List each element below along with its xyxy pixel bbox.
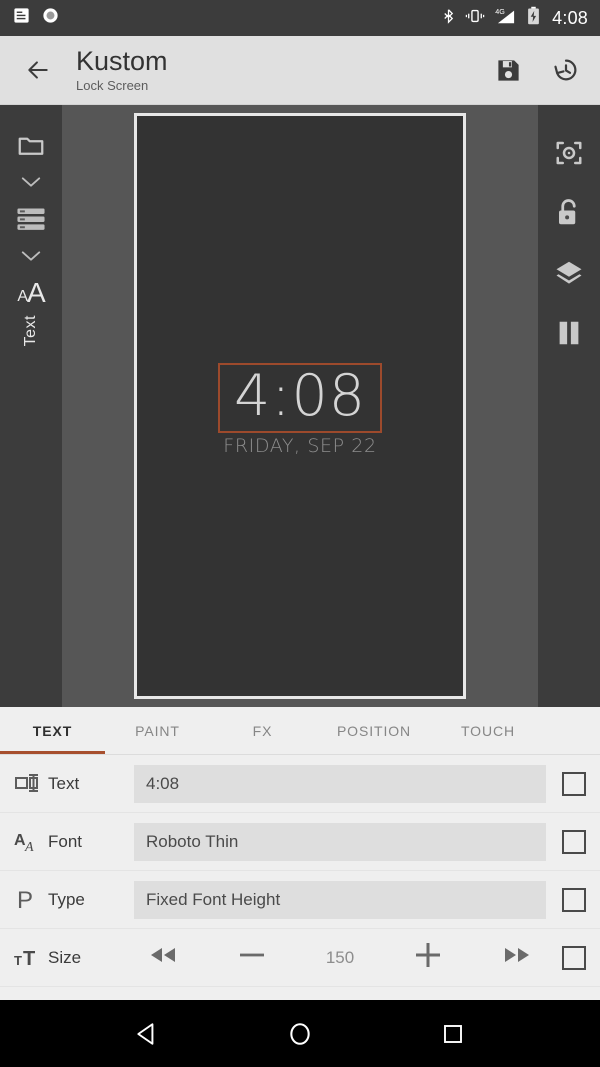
- size-value: 150: [325, 947, 355, 967]
- row-label-font: Font: [48, 831, 83, 851]
- text-value-field[interactable]: 4:08: [134, 764, 546, 803]
- font-aa-icon[interactable]: AA: [6, 269, 56, 309]
- page-title: Kustom: [76, 45, 168, 76]
- plus-icon[interactable]: [413, 940, 443, 975]
- layers-icon[interactable]: [544, 243, 594, 303]
- app-bar-actions: [492, 54, 582, 86]
- save-icon[interactable]: [492, 54, 524, 86]
- status-bar-notifications: [12, 6, 60, 30]
- bluetooth-icon: [441, 7, 456, 30]
- row-label-size: Size: [48, 947, 82, 967]
- text-row-checkbox[interactable]: [562, 771, 586, 796]
- chevron-down-icon[interactable]: [6, 243, 56, 269]
- tab-text[interactable]: TEXT: [0, 707, 105, 754]
- back-triangle-icon[interactable]: [123, 1010, 171, 1058]
- status-bar: 4G 4:08: [0, 0, 600, 36]
- paragraph-p-icon: P: [14, 887, 48, 913]
- status-bar-clock: 4:08: [552, 7, 588, 28]
- fastforward-icon[interactable]: [502, 945, 532, 970]
- status-bar-system-icons: 4G 4:08: [441, 6, 588, 30]
- font-aa-icon: AA: [14, 830, 48, 854]
- signal-4g-icon: 4G: [494, 7, 518, 30]
- type-value-field[interactable]: Fixed Font Height: [134, 880, 546, 919]
- size-row-checkbox[interactable]: [562, 945, 586, 970]
- selection-box[interactable]: 4:08: [218, 363, 382, 433]
- clock-widget[interactable]: 4:08 FRIDAY, SEP 22: [218, 363, 382, 457]
- home-circle-icon[interactable]: [276, 1010, 324, 1058]
- tab-position[interactable]: POSITION: [315, 707, 433, 754]
- clock-text: 4:08: [234, 363, 366, 429]
- row-label-type: Type: [48, 889, 85, 909]
- row-size[interactable]: TT Size 150: [0, 929, 600, 987]
- page-subtitle: Lock Screen: [76, 78, 149, 94]
- type-row-checkbox[interactable]: [562, 887, 586, 912]
- tab-touch[interactable]: TOUCH: [433, 707, 543, 754]
- tab-fx[interactable]: FX: [210, 707, 315, 754]
- row-font[interactable]: AA Font Roboto Thin: [0, 813, 600, 871]
- svg-text:4G: 4G: [495, 7, 505, 16]
- recents-square-icon[interactable]: [429, 1010, 477, 1058]
- minus-icon[interactable]: [237, 945, 267, 970]
- left-rail-label: Text: [22, 315, 39, 347]
- svg-text:A: A: [24, 840, 34, 854]
- battery-charging-icon: [527, 6, 540, 30]
- layers-list-icon[interactable]: [6, 195, 56, 243]
- right-tool-rail: [538, 105, 600, 707]
- tab-paint[interactable]: PAINT: [105, 707, 210, 754]
- notification-list-icon: [12, 6, 31, 30]
- left-tool-rail: AA Text: [0, 105, 62, 707]
- chevron-down-icon[interactable]: [6, 169, 56, 195]
- row-type[interactable]: P Type Fixed Font Height: [0, 871, 600, 929]
- pause-icon[interactable]: [544, 303, 594, 363]
- font-row-checkbox[interactable]: [562, 829, 586, 854]
- back-button[interactable]: [18, 50, 58, 90]
- history-icon[interactable]: [550, 54, 582, 86]
- vibrate-icon: [465, 7, 485, 30]
- app-root: 4G 4:08 Kustom Lock Screen AA Text 4:08 …: [0, 0, 600, 1067]
- unlock-icon[interactable]: [544, 183, 594, 243]
- android-nav-bar: [0, 1000, 600, 1067]
- svg-text:P: P: [17, 887, 33, 913]
- size-stepper: 150: [134, 939, 546, 977]
- record-circle-icon: [41, 6, 60, 30]
- date-text: FRIDAY, SEP 22: [223, 434, 377, 457]
- svg-text:T: T: [23, 948, 35, 970]
- focus-frame-icon[interactable]: [544, 123, 594, 183]
- row-text[interactable]: Text 4:08: [0, 755, 600, 813]
- row-label-text: Text: [48, 773, 80, 793]
- font-value-field[interactable]: Roboto Thin: [134, 822, 546, 861]
- svg-text:T: T: [14, 953, 22, 968]
- app-bar: Kustom Lock Screen: [0, 36, 600, 105]
- preview-canvas[interactable]: 4:08 FRIDAY, SEP 22: [134, 113, 466, 699]
- settings-rows: Text 4:08 AA Font Roboto Thin P Type Fix…: [0, 755, 600, 987]
- size-tt-icon: TT: [14, 946, 48, 970]
- tab-bar: TEXT PAINT FX POSITION TOUCH: [0, 707, 600, 755]
- folder-icon[interactable]: [6, 121, 56, 169]
- app-bar-titles: Kustom Lock Screen: [76, 45, 168, 94]
- preview-stage[interactable]: 4:08 FRIDAY, SEP 22: [62, 105, 538, 707]
- text-box-icon: [14, 772, 48, 796]
- preview-area: AA Text 4:08 FRIDAY, SEP 22: [0, 105, 600, 707]
- rewind-icon[interactable]: [148, 945, 178, 970]
